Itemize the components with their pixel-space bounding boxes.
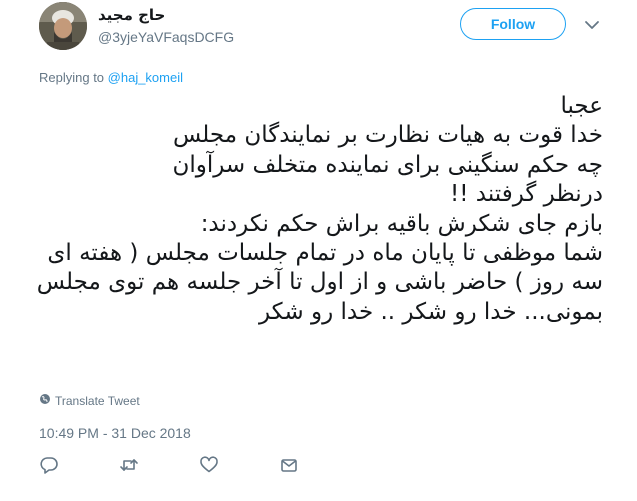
- replying-to-link[interactable]: @haj_komeil: [108, 70, 183, 85]
- follow-button[interactable]: Follow: [460, 8, 566, 40]
- avatar[interactable]: [39, 2, 87, 50]
- translate-tweet-link[interactable]: Translate Tweet: [39, 393, 140, 408]
- globe-icon: [39, 393, 51, 408]
- retweet-button[interactable]: [119, 457, 199, 477]
- tweet-card: حاج مجید @3yjeYaVFaqsDCFG Follow Replyin…: [0, 0, 637, 501]
- reply-button[interactable]: [39, 455, 119, 480]
- user-display-name[interactable]: حاج مجید: [98, 6, 165, 24]
- reply-icon: [39, 455, 59, 480]
- envelope-icon: [279, 455, 299, 480]
- direct-message-button[interactable]: [279, 457, 359, 477]
- tweet-actions: [39, 455, 359, 480]
- translate-label: Translate Tweet: [55, 393, 140, 408]
- replying-to: Replying to @haj_komeil: [39, 70, 183, 85]
- chevron-down-icon[interactable]: [583, 16, 601, 34]
- user-handle[interactable]: @3yjeYaVFaqsDCFG: [98, 29, 234, 45]
- tweet-text: عجبا خدا قوت به هیات نظارت بر نمایندگان …: [36, 93, 603, 325]
- replying-to-label: Replying to: [39, 70, 108, 85]
- like-button[interactable]: [199, 455, 279, 480]
- retweet-icon: [119, 455, 139, 480]
- heart-icon: [199, 455, 219, 480]
- tweet-timestamp[interactable]: 10:49 PM - 31 Dec 2018: [39, 425, 191, 441]
